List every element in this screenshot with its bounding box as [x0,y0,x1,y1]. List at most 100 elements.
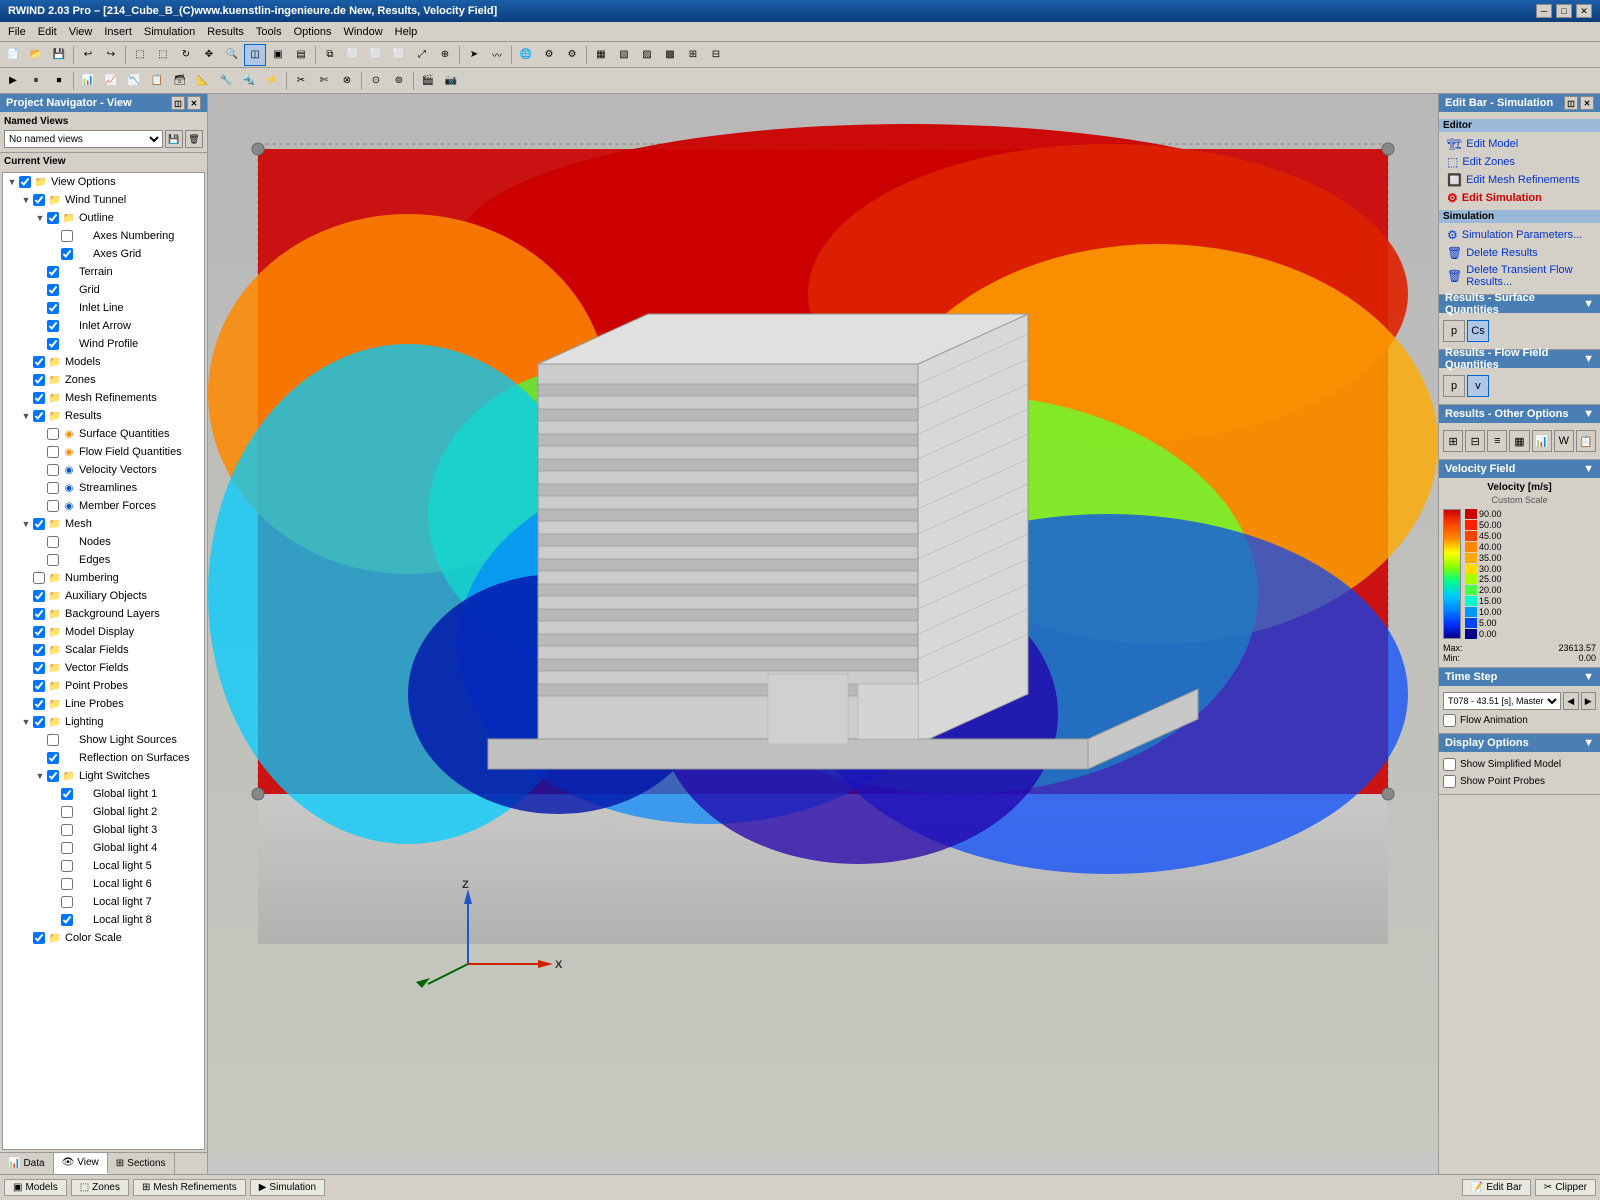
tb-select[interactable]: ⬚ [129,44,151,66]
tree-item-global-light-1[interactable]: Global light 1 [3,785,204,803]
menu-help[interactable]: Help [389,24,424,40]
tb2-results1[interactable]: 📊 [77,70,99,92]
viewport[interactable]: Z X [208,94,1438,1174]
tb2-pause[interactable]: ⏸ [25,70,47,92]
tree-item-global-light-2[interactable]: Global light 2 [3,803,204,821]
tree-item-global-light-4[interactable]: Global light 4 [3,839,204,857]
tree-item-global-light-3[interactable]: Global light 3 [3,821,204,839]
tb2-results8[interactable]: 🔩 [238,70,260,92]
tb-render3[interactable]: ⚙ [561,44,583,66]
checkbox-axes-numbering[interactable] [61,230,73,242]
checkbox-axes-grid[interactable] [61,248,73,260]
tree-item-reflection-on-surfaces[interactable]: Reflection on Surfaces [3,749,204,767]
tree-item-wind-profile[interactable]: Wind Profile [3,335,204,353]
checkbox-local-light-7[interactable] [61,896,73,908]
sim-params-link[interactable]: ⚙ Simulation Parameters... [1443,226,1596,244]
checkbox-numbering[interactable] [33,572,45,584]
checkbox-terrain[interactable] [47,266,59,278]
menu-simulation[interactable]: Simulation [138,24,201,40]
expander-results[interactable]: ▼ [19,409,33,423]
menu-file[interactable]: File [2,24,32,40]
tb-pan[interactable]: ✥ [198,44,220,66]
tree-item-view-options[interactable]: ▼📁View Options [3,173,204,191]
checkbox-local-light-8[interactable] [61,914,73,926]
panel-close-btn[interactable]: ✕ [187,96,201,110]
expander-outline[interactable]: ▼ [33,211,47,225]
tb2-run[interactable]: ▶ [2,70,24,92]
checkbox-wind-tunnel[interactable] [33,194,45,206]
checkbox-point-probes[interactable] [33,680,45,692]
tb-stream[interactable]: 〰 [486,44,508,66]
tree-item-outline[interactable]: ▼📁Outline [3,209,204,227]
show-simplified-checkbox[interactable] [1443,758,1456,771]
tb-display4[interactable]: ▩ [659,44,681,66]
tb-select2[interactable]: ⬚ [152,44,174,66]
checkbox-zones[interactable] [33,374,45,386]
tb-open[interactable]: 📂 [25,44,47,66]
menu-tools[interactable]: Tools [250,24,288,40]
checkbox-line-probes[interactable] [33,698,45,710]
checkbox-inlet-line[interactable] [47,302,59,314]
tree-item-color-scale[interactable]: 📁Color Scale [3,929,204,947]
show-point-probes-checkbox[interactable] [1443,775,1456,788]
checkbox-mesh-refinements[interactable] [33,392,45,404]
menu-results[interactable]: Results [201,24,250,40]
tb2-results4[interactable]: 📋 [146,70,168,92]
tree-item-results[interactable]: ▼📁Results [3,407,204,425]
flow-pressure-btn[interactable]: p [1443,375,1465,397]
tb-display1[interactable]: ▦ [590,44,612,66]
surface-velocity-btn[interactable]: Cs [1467,320,1489,342]
other-btn4[interactable]: ▦ [1509,430,1529,452]
tree-item-lighting[interactable]: ▼📁Lighting [3,713,204,731]
expander-light-switches[interactable]: ▼ [33,769,47,783]
flow-velocity-btn[interactable]: v [1467,375,1489,397]
tb-side[interactable]: ⬜ [388,44,410,66]
checkbox-mesh[interactable] [33,518,45,530]
checkbox-inlet-arrow[interactable] [47,320,59,332]
tb-render2[interactable]: ⚙ [538,44,560,66]
tab-data[interactable]: 📊Data [0,1153,54,1174]
surface-quantities-header[interactable]: Results - Surface Quantities ▼ [1439,295,1600,313]
tb-3d[interactable]: ◫ [244,44,266,66]
expander-lighting[interactable]: ▼ [19,715,33,729]
other-btn1[interactable]: ⊞ [1443,430,1463,452]
tree-item-wind-tunnel[interactable]: ▼📁Wind Tunnel [3,191,204,209]
tb-undo[interactable]: ↩ [77,44,99,66]
tree-item-mesh-refinements[interactable]: 📁Mesh Refinements [3,389,204,407]
time-step-header[interactable]: Time Step ▼ [1439,668,1600,686]
checkbox-models[interactable] [33,356,45,368]
tb-zoom[interactable]: 🔍 [221,44,243,66]
tree-item-edges[interactable]: Edges [3,551,204,569]
checkbox-model-display[interactable] [33,626,45,638]
checkbox-edges[interactable] [47,554,59,566]
menu-window[interactable]: Window [338,24,389,40]
tb2-anim1[interactable]: 🎬 [417,70,439,92]
edit-bar-close[interactable]: ✕ [1580,96,1594,110]
tb2-probe2[interactable]: ⊚ [388,70,410,92]
tree-item-local-light-7[interactable]: Local light 7 [3,893,204,911]
checkbox-results[interactable] [33,410,45,422]
checkbox-auxiliary-objects[interactable] [33,590,45,602]
tree-item-surface-quantities[interactable]: ◉Surface Quantities [3,425,204,443]
tb-display5[interactable]: ⊞ [682,44,704,66]
flow-animation-checkbox[interactable] [1443,714,1456,727]
tree-item-streamlines[interactable]: ◉Streamlines [3,479,204,497]
tb2-results2[interactable]: 📈 [100,70,122,92]
tb2-results9[interactable]: ⚡ [261,70,283,92]
tb-fit[interactable]: ⤢ [411,44,433,66]
tb-view1[interactable]: ▣ [267,44,289,66]
tb-display6[interactable]: ⊟ [705,44,727,66]
expander-mesh[interactable]: ▼ [19,517,33,531]
tb2-clip1[interactable]: ✂ [290,70,312,92]
tb2-results7[interactable]: 🔧 [215,70,237,92]
other-btn6[interactable]: W [1554,430,1574,452]
tree-item-mesh[interactable]: ▼📁Mesh [3,515,204,533]
tree-item-inlet-arrow[interactable]: Inlet Arrow [3,317,204,335]
tree-item-local-light-6[interactable]: Local light 6 [3,875,204,893]
tree-item-line-probes[interactable]: 📁Line Probes [3,695,204,713]
minimize-button[interactable]: ─ [1536,4,1552,18]
named-views-btn2[interactable]: 🗑 [185,130,203,148]
checkbox-flow-field-quantities[interactable] [47,446,59,458]
tree-item-show-light-sources[interactable]: Show Light Sources [3,731,204,749]
tree-item-vector-fields[interactable]: 📁Vector Fields [3,659,204,677]
